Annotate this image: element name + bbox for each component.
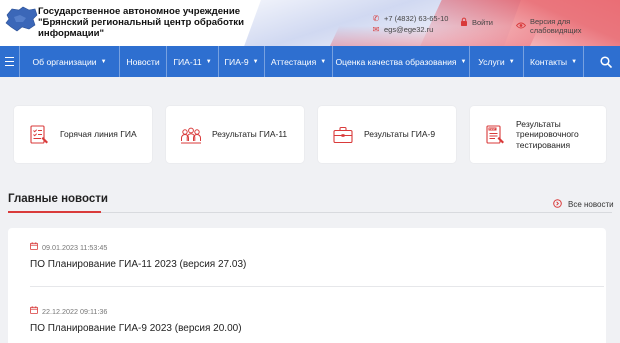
news-date-text: 22.12.2022 09:11:36 [42, 306, 108, 316]
calendar-icon [30, 306, 38, 316]
briefcase-icon [333, 126, 353, 143]
people-group-icon [181, 127, 201, 143]
news-date: 09.01.2023 11:53:45 [30, 242, 246, 252]
site-header: Государственное автономное учреждение "Б… [0, 0, 620, 46]
nav-item-label: Аттестация [270, 56, 317, 67]
header-contacts: ✆ +7 (4832) 63-65-10 ✉ egs@ege32.ru [372, 13, 449, 35]
arrow-circle-right-icon [553, 199, 562, 210]
accessibility-label: Версия для слабовидящих [530, 17, 582, 35]
nav-item-label: Услуги [478, 56, 505, 67]
chevron-down-icon: ▼ [571, 58, 578, 65]
all-news-label: Все новости [568, 200, 614, 209]
news-list: 09.01.2023 11:53:45 ПО Планирование ГИА-… [8, 228, 606, 343]
news-date-text: 09.01.2023 11:53:45 [42, 242, 108, 252]
phone-icon: ✆ [372, 14, 380, 23]
quick-link-results-gia11[interactable]: Результаты ГИА-11 [166, 106, 304, 163]
login-link[interactable]: Войти [460, 17, 493, 28]
login-label: Войти [472, 18, 493, 27]
search-icon[interactable] [592, 46, 620, 77]
eye-icon [515, 21, 527, 31]
nav-item-gia11[interactable]: ГИА-11 ▼ [167, 46, 219, 77]
quick-link-label: Результаты тренировочного тестирования [516, 118, 579, 150]
svg-text:TEST: TEST [489, 127, 496, 131]
organization-name[interactable]: Государственное автономное учреждение "Б… [38, 6, 248, 39]
all-news-link[interactable]: Все новости [553, 199, 614, 210]
quick-link-label: Горячая линия ГИА [60, 129, 137, 140]
email-address[interactable]: egs@ege32.ru [384, 24, 433, 35]
lock-icon [460, 17, 468, 28]
chevron-down-icon: ▼ [205, 58, 212, 65]
main-navigation: Об организации ▼ Новости ГИА-11 ▼ ГИА-9 ▼ А… [0, 46, 620, 77]
news-item-divider [30, 286, 604, 287]
quick-link-results-gia9[interactable]: Результаты ГИА-9 [318, 106, 456, 163]
quick-link-label: Результаты ГИА-9 [364, 129, 436, 140]
news-headline[interactable]: ПО Планирование ГИА-11 2023 (версия 27.0… [30, 259, 246, 270]
chevron-down-icon: ▼ [320, 58, 327, 65]
document-checklist-icon [30, 124, 48, 144]
nav-item-news[interactable]: Новости [120, 46, 167, 77]
chevron-down-icon: ▼ [252, 58, 259, 65]
news-item[interactable]: 22.12.2022 09:11:36 ПО Планирование ГИА-… [30, 306, 242, 334]
bryansk-region-map-logo[interactable] [4, 5, 38, 33]
chevron-down-icon: ▼ [508, 58, 515, 65]
accessibility-link[interactable]: Версия для слабовидящих [515, 17, 620, 35]
quick-link-label: Результаты ГИА-11 [212, 129, 288, 140]
nav-item-label: Об организации [32, 56, 97, 67]
nav-item-quality-assessment[interactable]: Оценка качества образования ▼ [333, 46, 470, 77]
nav-item-label: ГИА-11 [173, 56, 202, 67]
quick-link-training-results[interactable]: TEST Результаты тренировочного тестирова… [470, 106, 606, 163]
nav-item-services[interactable]: Услуги ▼ [470, 46, 524, 77]
nav-item-label: ГИА-9 [224, 56, 249, 67]
nav-item-label: Новости [126, 56, 160, 67]
phone-number[interactable]: +7 (4832) 63-65-10 [384, 13, 448, 24]
nav-item-contacts[interactable]: Контакты ▼ [524, 46, 584, 77]
mail-icon: ✉ [372, 25, 380, 34]
nav-item-attestation[interactable]: Аттестация ▼ [265, 46, 333, 77]
news-title-underline [8, 211, 101, 213]
news-item[interactable]: 09.01.2023 11:53:45 ПО Планирование ГИА-… [30, 242, 246, 270]
quick-link-hotline[interactable]: Горячая линия ГИА [14, 106, 152, 163]
chevron-down-icon: ▼ [100, 58, 107, 65]
nav-item-gia9[interactable]: ГИА-9 ▼ [219, 46, 265, 77]
news-date: 22.12.2022 09:11:36 [30, 306, 242, 316]
test-sheet-icon: TEST [486, 124, 504, 144]
nav-item-about[interactable]: Об организации ▼ [20, 46, 120, 77]
chevron-down-icon: ▼ [460, 58, 467, 65]
nav-item-label: Оценка качества образования [335, 56, 457, 67]
hamburger-icon[interactable] [0, 46, 20, 77]
calendar-icon [30, 242, 38, 252]
nav-item-label: Контакты [529, 56, 568, 67]
news-headline[interactable]: ПО Планирование ГИА-9 2023 (версия 20.00… [30, 323, 242, 334]
news-section-title: Главные новости [8, 193, 108, 205]
